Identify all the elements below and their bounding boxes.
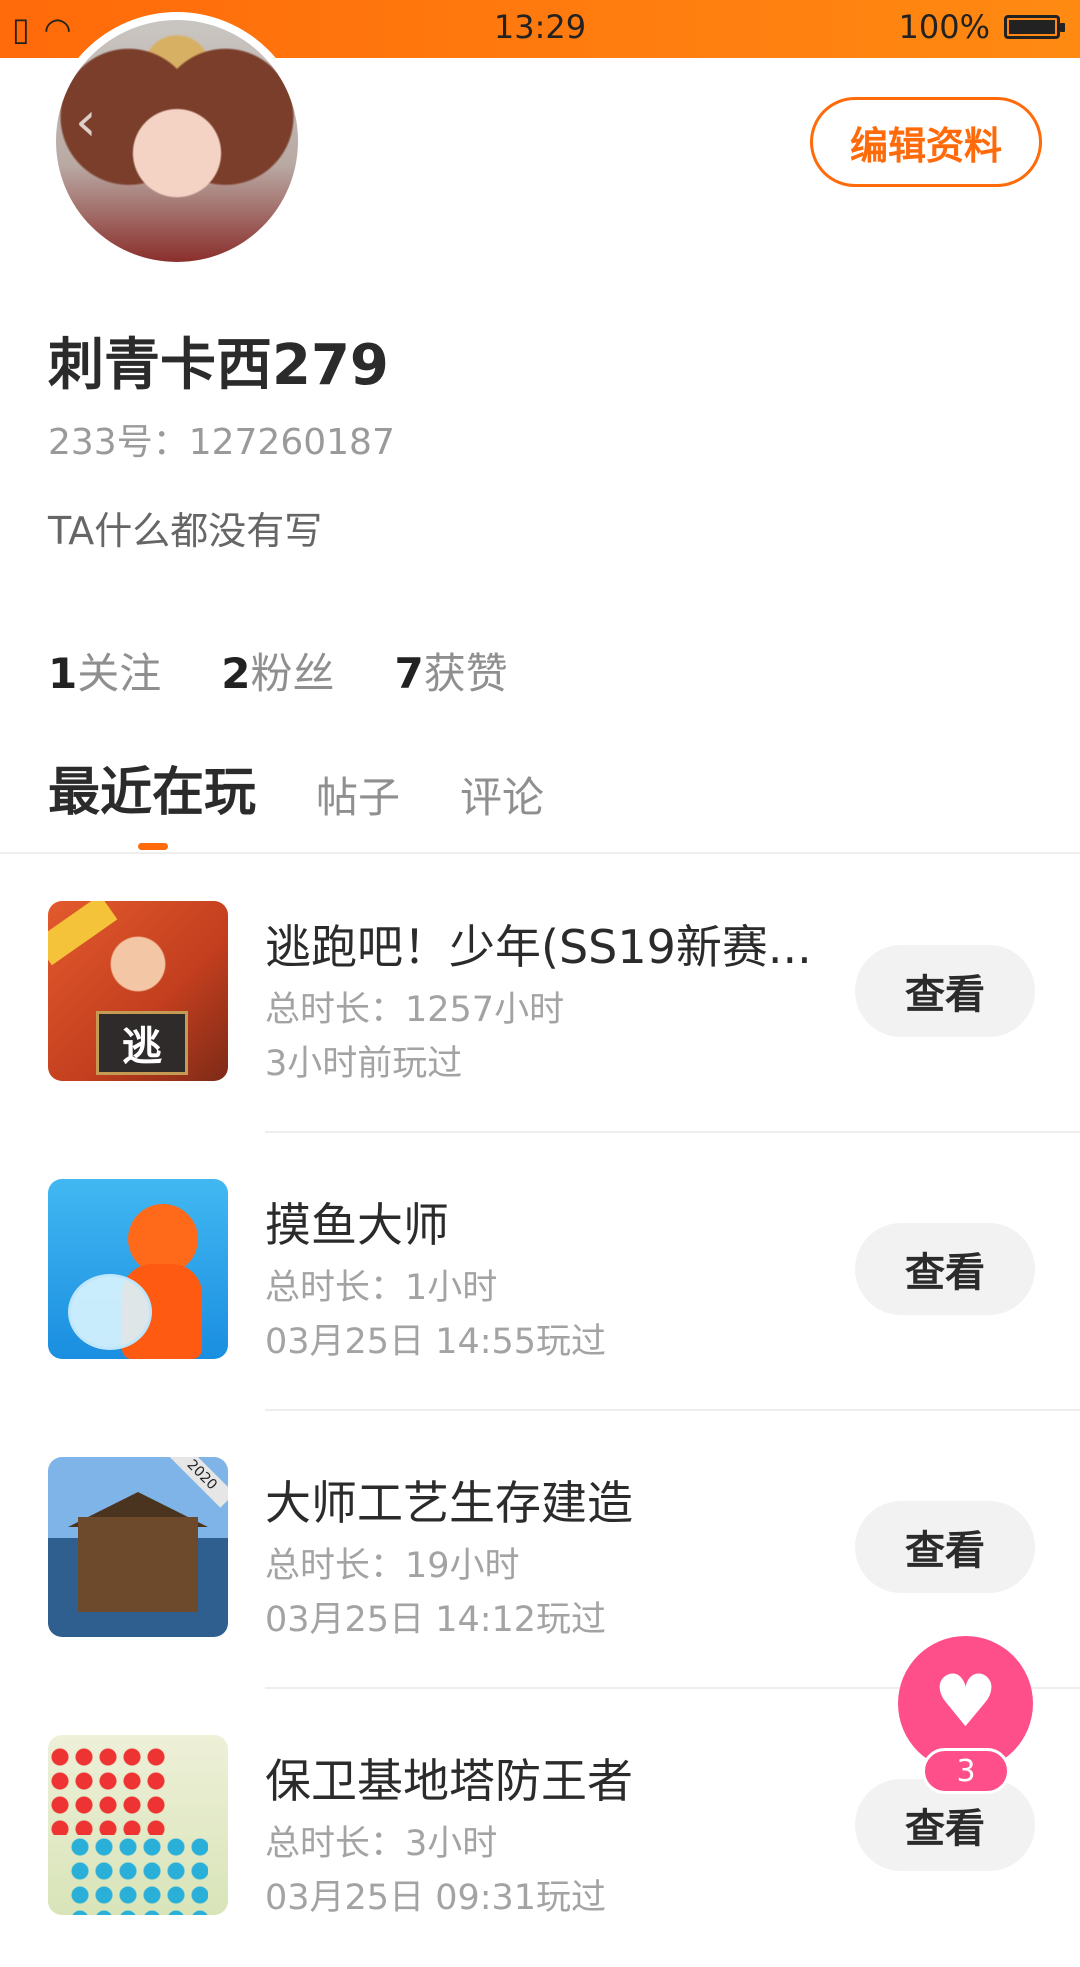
tabs-divider	[0, 852, 1080, 854]
tab-recently-played[interactable]: 最近在玩	[48, 750, 256, 825]
game-list: 逃 逃跑吧！少年(SS19新赛... 总时长：1257小时 3小时前玩过 查看 …	[0, 855, 1080, 1967]
game-duration: 总时长：19小时	[265, 1546, 520, 1586]
view-button[interactable]: 查看	[855, 1501, 1035, 1593]
stat-following[interactable]: 1关注	[48, 640, 161, 701]
game-icon[interactable]: 2020	[48, 1457, 228, 1637]
stat-fans-label: 粉丝	[250, 649, 335, 698]
username: 刺青卡西279	[48, 333, 389, 398]
profile-tabs: 最近在玩 帖子 评论	[48, 750, 544, 825]
game-duration: 总时长：1小时	[265, 1268, 498, 1308]
game-title: 逃跑吧！少年(SS19新赛...	[265, 920, 812, 974]
battery-icon	[1004, 15, 1065, 39]
stat-fans[interactable]: 2粉丝	[221, 640, 334, 701]
tab-posts[interactable]: 帖子	[316, 764, 400, 825]
back-arrow-icon[interactable]: ‹	[75, 95, 115, 149]
list-item[interactable]: 逃 逃跑吧！少年(SS19新赛... 总时长：1257小时 3小时前玩过 查看	[0, 855, 1080, 1133]
user-id: 233号：127260187	[48, 422, 395, 463]
stat-following-label: 关注	[77, 649, 162, 698]
game-last-played: 03月25日 14:12玩过	[265, 1600, 607, 1640]
game-last-played: 03月25日 09:31玩过	[265, 1878, 607, 1918]
view-button[interactable]: 查看	[855, 1223, 1035, 1315]
game-title: 摸鱼大师	[265, 1198, 449, 1252]
status-right: 100%	[898, 8, 1065, 46]
battery-percent: 100%	[898, 8, 990, 46]
game-last-played: 3小时前玩过	[265, 1044, 463, 1084]
tab-indicator	[138, 843, 168, 850]
game-icon-text: 逃	[96, 1011, 188, 1075]
game-icon[interactable]	[48, 1179, 228, 1359]
stat-likes-label: 获赞	[423, 649, 508, 698]
game-duration: 总时长：1257小时	[265, 990, 565, 1030]
like-count-badge: 3	[922, 1748, 1010, 1794]
stat-following-count: 1	[48, 649, 78, 698]
game-last-played: 03月25日 14:55玩过	[265, 1322, 607, 1362]
game-title: 保卫基地塔防王者	[265, 1754, 633, 1808]
game-icon[interactable]: 逃	[48, 901, 228, 1081]
stat-likes-count: 7	[394, 649, 424, 698]
stat-likes[interactable]: 7获赞	[395, 640, 508, 701]
game-duration: 总时长：3小时	[265, 1824, 498, 1864]
edit-profile-button[interactable]: 编辑资料	[810, 97, 1042, 187]
list-item[interactable]: 摸鱼大师 总时长：1小时 03月25日 14:55玩过 查看	[0, 1133, 1080, 1411]
game-icon[interactable]	[48, 1735, 228, 1915]
list-item[interactable]: 2020 大师工艺生存建造 总时长：19小时 03月25日 14:12玩过 查看	[0, 1411, 1080, 1689]
profile-stats: 1关注 2粉丝 7获赞	[48, 640, 508, 701]
stat-fans-count: 2	[221, 649, 251, 698]
tab-comments[interactable]: 评论	[460, 764, 544, 825]
game-title: 大师工艺生存建造	[265, 1476, 633, 1530]
view-button[interactable]: 查看	[855, 945, 1035, 1037]
user-bio: TA什么都没有写	[48, 509, 323, 553]
heart-icon: ♥	[933, 1658, 998, 1743]
